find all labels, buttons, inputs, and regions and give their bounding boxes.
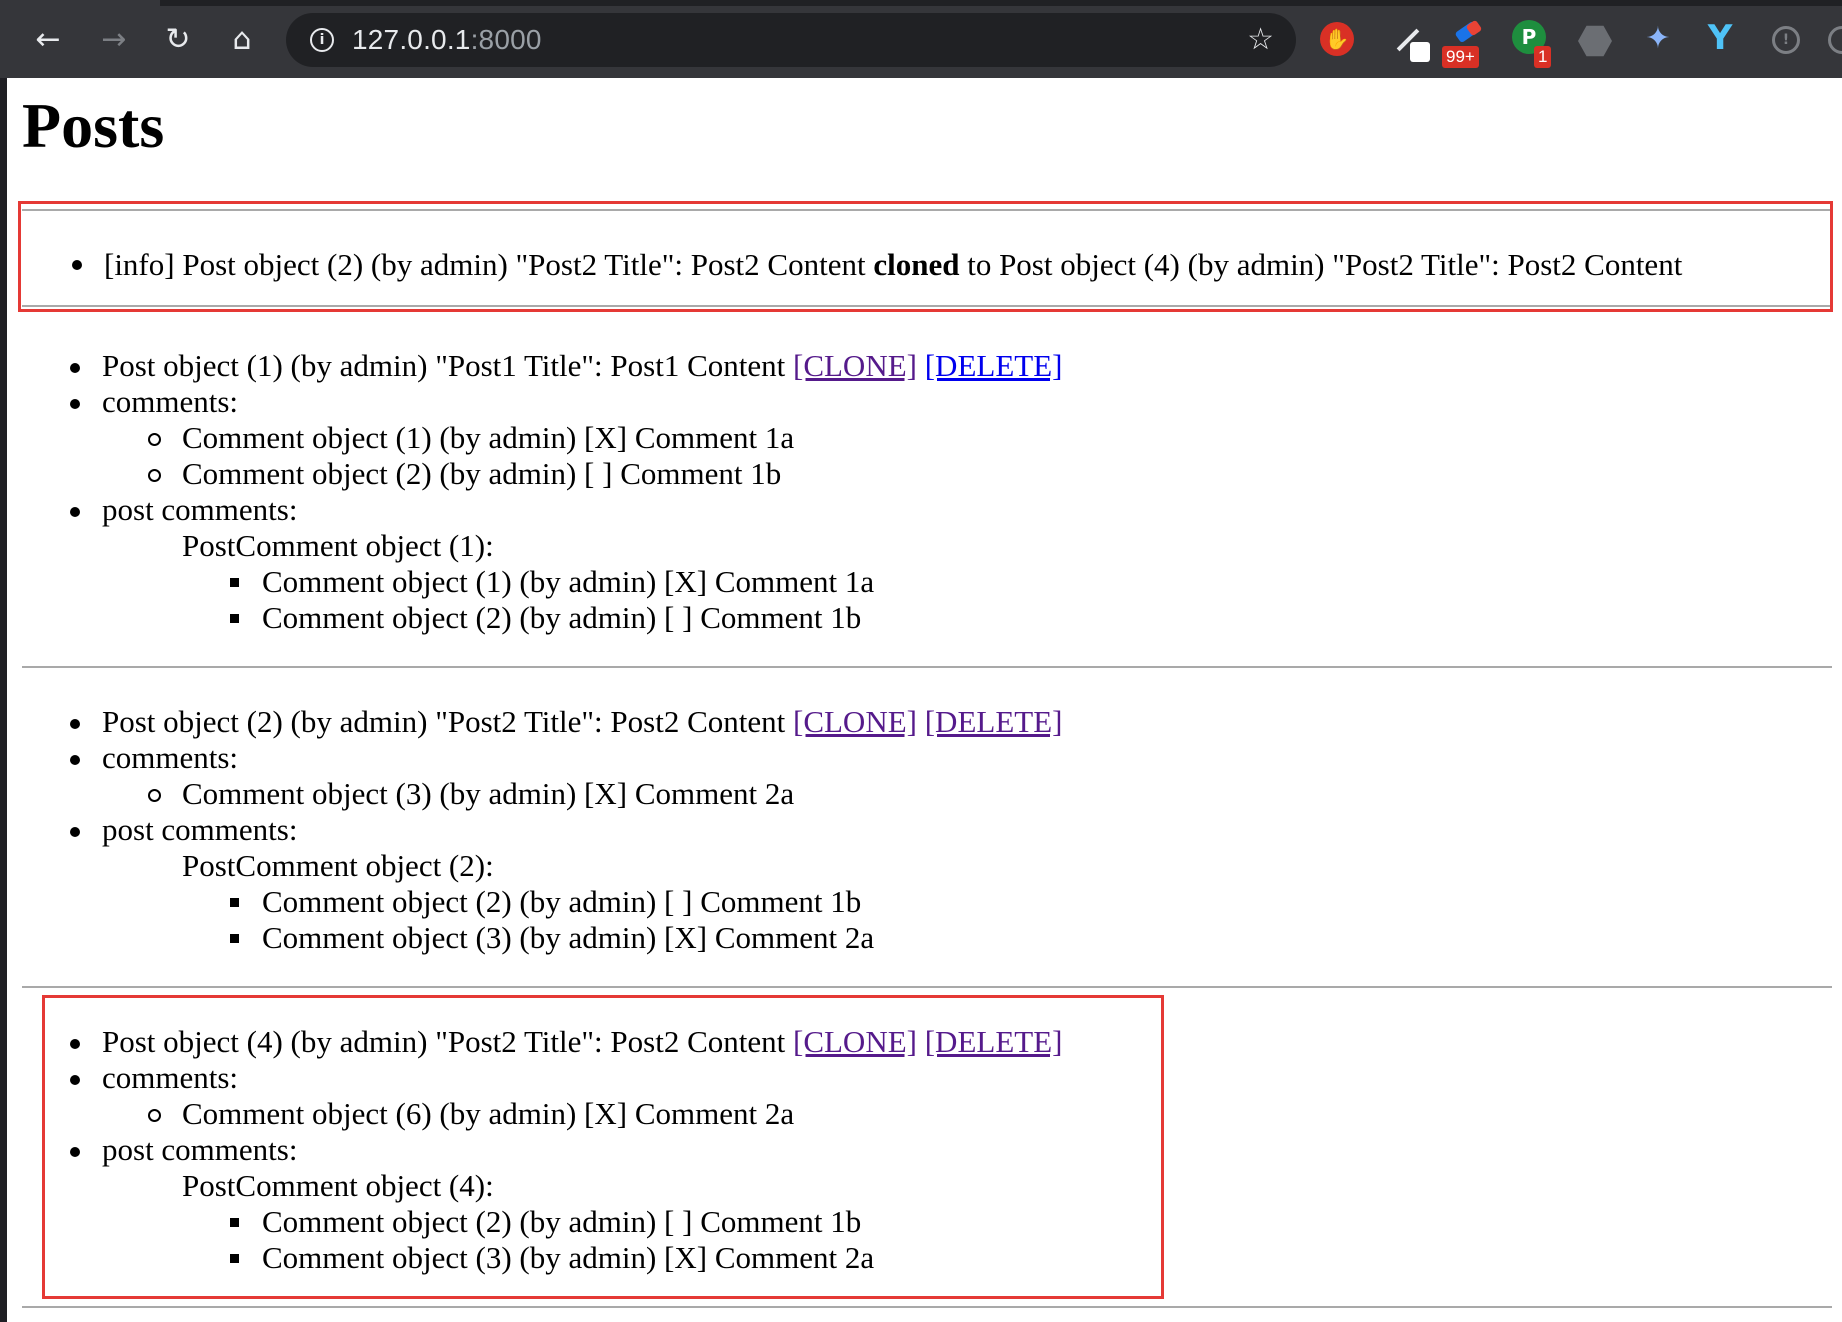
comment-bullet (148, 789, 161, 802)
post-row: Post object (2) (by admin) "Post2 Title"… (102, 704, 1062, 740)
postcomment-item: Comment object (2) (by admin) [ ] Commen… (262, 884, 862, 919)
post-separator (22, 666, 1832, 668)
url-host: 127.0.0.1 (352, 24, 471, 55)
postcomment-label: PostComment object (2): (182, 848, 494, 883)
star-icon[interactable]: ☆ (1247, 23, 1274, 57)
comments-label: comments: (102, 740, 239, 775)
comment-item: Comment object (2) (by admin) [ ] Commen… (182, 456, 782, 491)
pen-extension-icon[interactable] (1390, 20, 1430, 62)
comment-item: Comment object (1) (by admin) [X] Commen… (182, 420, 795, 455)
url-text[interactable]: 127.0.0.1:8000 (352, 24, 542, 56)
post-comments-bullet (70, 507, 80, 517)
post-comments-label: post comments: (102, 812, 298, 847)
page-content: Posts [info] Post object (2) (by admin) … (0, 78, 1842, 1322)
delete-link[interactable]: [DELETE] (925, 704, 1063, 739)
notification-badge: 1 (1534, 46, 1552, 68)
alert-extension-icon[interactable]: ! (1772, 26, 1800, 54)
comment-bullet (148, 433, 161, 446)
adblock-extension-icon[interactable]: ✋ (1320, 22, 1354, 56)
y-extension-icon[interactable]: Y (1700, 18, 1740, 58)
home-icon[interactable]: ⌂ (222, 20, 262, 60)
clone-link[interactable]: [CLONE] (793, 348, 917, 383)
reload-icon[interactable]: ↻ (158, 20, 198, 60)
bird-extension-icon[interactable]: ✦ (1638, 18, 1678, 58)
post-separator (22, 986, 1832, 988)
post-comments-label: post comments: (102, 492, 298, 527)
comments-bullet (70, 755, 80, 765)
active-tab[interactable] (0, 0, 160, 6)
extension-badge: 99+ (1442, 46, 1479, 68)
post-title: Post object (1) (by admin) "Post1 Title"… (102, 348, 786, 383)
postcomment-item: Comment object (1) (by admin) [X] Commen… (262, 564, 875, 599)
url-port: :8000 (470, 24, 542, 55)
post-separator (22, 1306, 1832, 1308)
comment-item: Comment object (3) (by admin) [X] Commen… (182, 776, 795, 811)
postcomment-bullet (230, 898, 239, 907)
post-bullet (70, 719, 80, 729)
postcomment-bullet (230, 614, 239, 623)
highlight-box-cloned-post (42, 995, 1164, 1299)
page-title: Posts (22, 90, 165, 161)
postcomment-bullet (230, 934, 239, 943)
post-bullet (70, 363, 80, 373)
highlight-box-message (18, 201, 1833, 312)
post-comments-bullet (70, 827, 80, 837)
post-title: Post object (2) (by admin) "Post2 Title"… (102, 704, 786, 739)
tab-strip (0, 0, 1842, 6)
circle-extension-icon[interactable] (1828, 26, 1842, 54)
address-bar[interactable]: i 127.0.0.1:8000 ☆ (286, 13, 1296, 67)
comments-bullet (70, 399, 80, 409)
postcomment-item: Comment object (3) (by admin) [X] Commen… (262, 920, 875, 955)
browser-toolbar: ← → ↻ ⌂ i 127.0.0.1:8000 ☆ ✋ 99+ P 1 ✦ Y… (0, 0, 1842, 78)
post-row: Post object (1) (by admin) "Post1 Title"… (102, 348, 1062, 384)
comments-label: comments: (102, 384, 239, 419)
comment-bullet (148, 469, 161, 482)
postcomment-item: Comment object (2) (by admin) [ ] Commen… (262, 600, 862, 635)
hexagon-extension-icon[interactable] (1578, 25, 1612, 57)
info-icon[interactable]: i (310, 28, 334, 52)
forward-arrow-icon[interactable]: → (94, 20, 134, 60)
postcomment-label: PostComment object (1): (182, 528, 494, 563)
back-arrow-icon[interactable]: ← (28, 20, 68, 60)
clone-link[interactable]: [CLONE] (793, 704, 917, 739)
postcomment-bullet (230, 578, 239, 587)
delete-link[interactable]: [DELETE] (925, 348, 1063, 383)
